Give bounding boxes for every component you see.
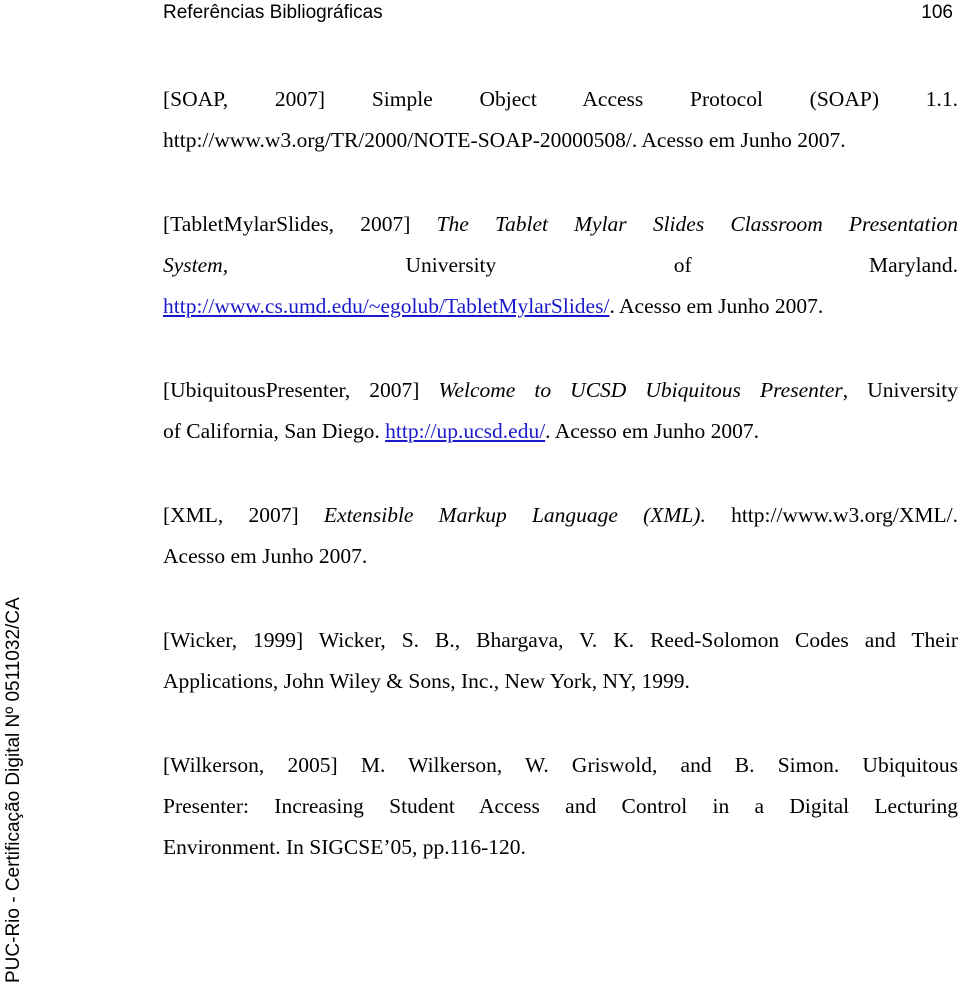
page-header: Referências Bibliográficas 106 [163,0,953,26]
reference-title: The Tablet Mylar Slides Classroom Presen… [436,212,959,236]
reference-line: [XML, 2007] Extensible Markup Language (… [163,495,958,536]
page-number: 106 [921,2,953,23]
reference-link[interactable]: http://up.ucsd.edu/ [385,419,545,443]
reference-access: . Acesso em Junho 2007. [609,294,824,318]
reference-key: [XML, 2007] [163,503,299,527]
reference-wilkerson: [Wilkerson, 2005] M. Wilkerson, W. Grisw… [163,745,958,868]
reference-access: . Acesso em Junho 2007. [631,128,846,152]
reference-key: [UbiquitousPresenter, 2007] [163,378,420,402]
reference-key: [Wilkerson, 2005] [163,753,338,777]
reference-wicker: [Wicker, 1999] Wicker, S. B., Bhargava, … [163,620,958,702]
reference-xml: [XML, 2007] Extensible Markup Language (… [163,495,958,577]
reference-line: Environment. In SIGCSE’05, pp.116-120. [163,835,526,859]
reference-ubiquitouspresenter: [UbiquitousPresenter, 2007] Welcome to U… [163,370,958,452]
reference-access: . Acesso em Junho 2007. [545,419,759,443]
section-title: Referências Bibliográficas [163,2,383,23]
reference-key: [Wicker, 1999] [163,628,304,652]
reference-url: http://www.w3.org/TR/2000/NOTE-SOAP-2000… [163,128,632,152]
reference-link[interactable]: http://www.cs.umd.edu/~egolub/TabletMyla… [163,294,609,318]
reference-title: Welcome to UCSD Ubiquitous Presenter [438,378,843,402]
reference-soap: [SOAP, 2007] Simple Object Access Protoc… [163,79,958,161]
reference-line: System, University of Maryland. [163,253,959,277]
reference-line: [Wicker, 1999] Wicker, S. B., Bhargava, … [163,628,958,652]
reference-line: [TabletMylarSlides, 2007] The Tablet Myl… [163,204,958,245]
reference-list: [SOAP, 2007] Simple Object Access Protoc… [163,79,958,911]
side-watermark: PUC-Rio - Certificação Digital Nº 051103… [3,597,24,983]
reference-line: Presenter: Increasing Student Access and… [163,794,958,818]
reference-line: [SOAP, 2007] Simple Object Access Protoc… [163,87,958,111]
reference-access: Acesso em Junho 2007. [163,544,368,568]
reference-line: [Wilkerson, 2005] M. Wilkerson, W. Grisw… [163,753,958,777]
reference-title-cont: System, [163,253,229,277]
reference-tabletmylarslides: [TabletMylarSlides, 2007] The Tablet Myl… [163,204,958,327]
reference-line: [UbiquitousPresenter, 2007] Welcome to U… [163,378,958,402]
reference-url: http://www.w3.org/XML/. [731,503,959,527]
reference-line: Applications, John Wiley & Sons, Inc., N… [163,669,690,693]
reference-key: [TabletMylarSlides, 2007] [163,212,411,236]
reference-title: Extensible Markup Language (XML). [323,503,706,527]
